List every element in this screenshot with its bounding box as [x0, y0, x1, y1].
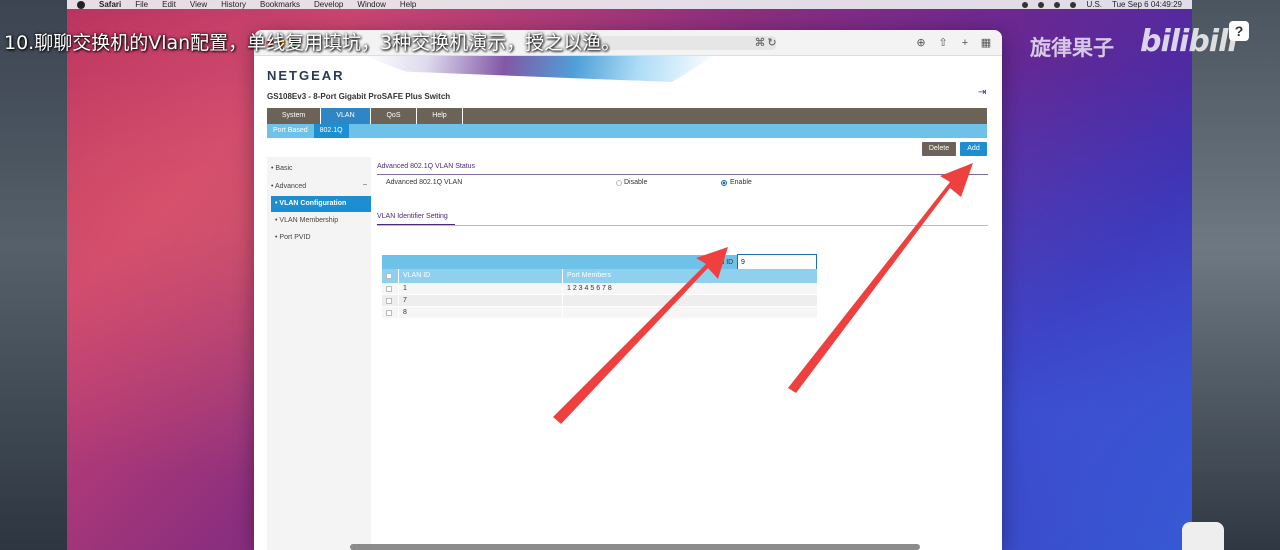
menu-view[interactable]: View	[190, 0, 207, 9]
table-header: VLAN ID Port Members	[382, 269, 817, 283]
disable-radio[interactable]	[616, 180, 622, 186]
table-row[interactable]: 7	[382, 295, 817, 307]
column-divider	[398, 295, 399, 306]
header-banner-art	[364, 56, 714, 82]
share-icon[interactable]: ⇧	[937, 37, 949, 49]
input-source[interactable]: U.S.	[1086, 0, 1102, 9]
status-icon[interactable]	[1054, 1, 1061, 8]
wifi-icon[interactable]	[1070, 1, 1077, 8]
tab-qos[interactable]: QoS	[371, 108, 417, 124]
bilibili-logo: bilibili	[1140, 24, 1238, 59]
section-divider	[377, 174, 988, 175]
advanced-vlan-label: Advanced 802.1Q VLAN	[386, 179, 463, 186]
port-members-cell: 1 2 3 4 5 6 7 8	[567, 285, 612, 292]
add-button[interactable]: Add	[960, 142, 987, 156]
enable-label: Enable	[730, 179, 752, 186]
sidebar: • Basic • Advanced – • VLAN Configuratio…	[267, 157, 371, 550]
logout-icon[interactable]: ⇥	[978, 88, 988, 98]
vlan-id-cell: 8	[403, 309, 407, 316]
subtab-802-1q[interactable]: 802.1Q	[313, 124, 349, 138]
table-row[interactable]: 1 1 2 3 4 5 6 7 8	[382, 283, 817, 295]
sidebar-item-label: VLAN Membership	[279, 217, 339, 224]
column-divider	[398, 283, 399, 294]
vlan-id-input-label: VLAN ID	[706, 259, 734, 266]
status-section-title: Advanced 802.1Q VLAN Status	[377, 163, 476, 170]
translate-icon[interactable]: ⌘	[754, 37, 766, 49]
menubar-clock[interactable]: Tue Sep 6 04:49:29	[1112, 0, 1182, 9]
select-all-checkbox[interactable]	[386, 273, 392, 279]
column-divider	[398, 307, 399, 318]
sidebar-item-basic[interactable]: • Basic	[267, 161, 371, 177]
column-divider	[562, 295, 563, 306]
tab-system[interactable]: System	[267, 108, 321, 124]
apple-icon[interactable]	[77, 0, 85, 9]
menu-develop[interactable]: Develop	[314, 0, 343, 9]
enable-radio[interactable]	[721, 180, 727, 186]
netgear-logo: NETGEAR	[267, 68, 345, 83]
column-divider	[398, 269, 399, 283]
subtab-port-based[interactable]: Port Based	[267, 124, 314, 138]
status-icon[interactable]	[1022, 1, 1029, 8]
row-checkbox[interactable]	[386, 286, 392, 292]
vlan-id-cell: 7	[403, 297, 407, 304]
column-header-vlan-id: VLAN ID	[403, 272, 431, 279]
sidebar-item-label: VLAN Configuration	[279, 200, 347, 207]
blurred-right-margin	[1192, 0, 1280, 550]
identifier-section-title: VLAN Identifier Setting	[377, 213, 448, 220]
row-checkbox[interactable]	[386, 310, 392, 316]
reload-icon[interactable]: ↻	[766, 37, 778, 49]
new-tab-icon[interactable]: +	[959, 37, 971, 49]
row-checkbox[interactable]	[386, 298, 392, 304]
video-progress-bar[interactable]	[350, 544, 920, 550]
uploader-watermark: 旋律果子	[1030, 36, 1114, 60]
disable-label: Disable	[624, 179, 648, 186]
download-icon[interactable]: ⊕	[915, 37, 927, 49]
sidebar-item-port-pvid[interactable]: • Port PVID	[271, 230, 375, 246]
video-frame: Safari File Edit View History Bookmarks …	[0, 0, 1280, 550]
sub-nav: Port Based 802.1Q	[267, 124, 987, 138]
blurred-left-margin	[0, 0, 67, 550]
tv-icon[interactable]	[1182, 522, 1224, 550]
menu-edit[interactable]: Edit	[162, 0, 176, 9]
table-row[interactable]: 8	[382, 307, 817, 319]
netgear-admin-page: NETGEAR GS108Ev3 - 8-Port Gigabit ProSAF…	[254, 56, 1002, 550]
menu-window[interactable]: Window	[357, 0, 385, 9]
collapse-icon[interactable]: –	[363, 181, 367, 188]
column-divider	[562, 283, 563, 294]
status-icon[interactable]	[1038, 1, 1045, 8]
vlan-table: VLAN ID Port Members 1 1 2 3 4 5 6 7 8 7	[382, 269, 817, 319]
safari-window: ⌘ ↻ ⊕ ⇧ + ▦ NETGEAR GS108Ev3 - 8-Port Gi…	[254, 30, 1002, 550]
menu-file[interactable]: File	[135, 0, 148, 9]
tab-help[interactable]: Help	[417, 108, 463, 124]
section-divider	[377, 225, 988, 226]
menubar-status-area: U.S. Tue Sep 6 04:49:29	[1022, 0, 1182, 9]
menu-history[interactable]: History	[221, 0, 246, 9]
column-divider	[562, 307, 563, 318]
menu-bookmarks[interactable]: Bookmarks	[260, 0, 300, 9]
menu-help[interactable]: Help	[400, 0, 416, 9]
vlan-id-cell: 1	[403, 285, 407, 292]
mac-menubar: Safari File Edit View History Bookmarks …	[67, 0, 1192, 9]
help-button[interactable]: ?	[1229, 21, 1249, 41]
column-divider	[562, 269, 563, 283]
product-title: GS108Ev3 - 8-Port Gigabit ProSAFE Plus S…	[267, 92, 451, 101]
sidebar-item-advanced[interactable]: • Advanced	[267, 179, 371, 195]
sidebar-item-vlan-membership[interactable]: • VLAN Membership	[271, 213, 375, 229]
menu-app-name[interactable]: Safari	[99, 0, 121, 9]
sidebar-item-vlan-configuration[interactable]: • VLAN Configuration	[271, 196, 371, 212]
sidebar-item-label: Advanced	[275, 183, 307, 190]
video-caption: 10.聊聊交换机的Vlan配置，单线复用填坑，3种交换机演示，授之以渔。	[4, 32, 621, 54]
tab-overview-icon[interactable]: ▦	[980, 37, 992, 49]
column-header-port-members: Port Members	[567, 272, 611, 279]
vlan-id-input[interactable]	[737, 254, 817, 270]
sidebar-item-label: Basic	[275, 165, 293, 172]
sidebar-item-label: Port PVID	[279, 234, 311, 241]
delete-button[interactable]: Delete	[922, 142, 956, 156]
main-nav: System VLAN QoS Help	[267, 108, 987, 124]
tab-vlan[interactable]: VLAN	[321, 108, 371, 124]
